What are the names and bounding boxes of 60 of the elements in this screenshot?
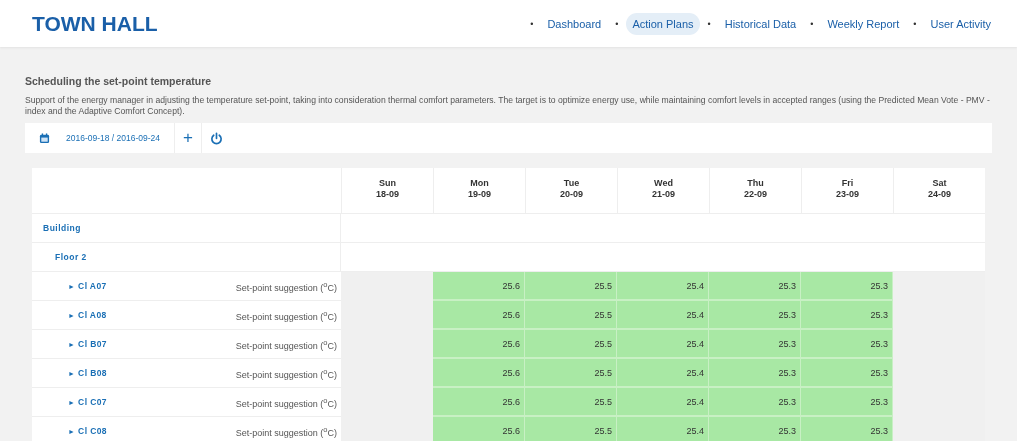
table-cell: 25.3 [709, 272, 801, 302]
nav-link[interactable]: Action Plans [626, 12, 700, 35]
table-cell: 25.3 [801, 359, 893, 389]
table-cell: 25.3 [709, 417, 801, 441]
table-cell: 25.3 [801, 272, 893, 302]
nav-link[interactable]: Weekly Report [821, 12, 906, 35]
nav-bullet: • [530, 18, 534, 29]
table-cell: 25.3 [709, 359, 801, 389]
table-cell: 25.5 [525, 417, 617, 441]
column-header: Wed 21-09 [617, 168, 709, 214]
metric-label: Set-point suggestion ($^{o}$C) [235, 337, 337, 351]
table-cell: 25.5 [525, 388, 617, 418]
table-cell: 25.6 [433, 272, 525, 302]
table-cell: 25.4 [617, 301, 709, 331]
table-cell: 25.3 [801, 417, 893, 441]
table-cell: 25.4 [617, 417, 709, 441]
floor-label: Floor 2 [54, 252, 87, 263]
table-cell: 25.6 [433, 417, 525, 441]
table-cell: 25.4 [617, 359, 709, 389]
calendar-icon[interactable] [39, 132, 50, 144]
nav-bullet: • [913, 18, 917, 29]
section-description: Support of the energy manager in adjusting the temperature set-point, taking into consideration thermal comfort parameters. The target is to optimize energy use, while maintaining comfort levels in accepted ranges (using the Predicted Mean Vote - PMV - index and the Adaptive Comfort Concept). [25, 95, 991, 118]
nav-link[interactable]: Historical Data [718, 12, 803, 35]
nav-link[interactable]: Dashboard [541, 12, 608, 35]
table-cell: 25.5 [525, 272, 617, 302]
metric-label: Set-point suggestion ($^{o}$C) [235, 279, 337, 293]
section-title: Scheduling the set-point temperature [25, 75, 213, 87]
table-cell: 25.3 [801, 301, 893, 331]
metric-label: Set-point suggestion ($^{o}$C) [235, 424, 337, 438]
table-cell: 25.6 [433, 301, 525, 331]
nav-bullet: • [615, 18, 619, 29]
column-header: Sun 18-09 [341, 168, 433, 214]
app-title: TOWN HALL [32, 11, 158, 36]
table-cell: 25.5 [525, 330, 617, 360]
table-cell: 25.6 [433, 330, 525, 360]
column-header: Tue 20-09 [525, 168, 617, 214]
table-cell: 25.4 [617, 330, 709, 360]
nav-bullet: • [707, 18, 711, 29]
table-cell: 25.6 [433, 388, 525, 418]
column-header: Fri 23-09 [801, 168, 893, 214]
building-label: Building [42, 223, 81, 234]
power-icon[interactable] [210, 131, 223, 145]
metric-label: Set-point suggestion ($^{o}$C) [235, 308, 337, 322]
table-cell: 25.3 [801, 330, 893, 360]
nav-link[interactable]: User Activity [924, 12, 997, 35]
table-cell: 25.4 [617, 388, 709, 418]
table-cell: 25.5 [525, 301, 617, 331]
table-cell: 25.6 [433, 359, 525, 389]
table-cell: 25.5 [525, 359, 617, 389]
nav-bullet: • [810, 18, 814, 29]
table-cell: 25.3 [709, 388, 801, 418]
table-cell: 25.3 [801, 388, 893, 418]
table-cell: 25.3 [709, 330, 801, 360]
column-header: Mon 19-09 [433, 168, 525, 214]
metric-label: Set-point suggestion ($^{o}$C) [235, 366, 337, 380]
table-cell: 25.3 [709, 301, 801, 331]
metric-label: Set-point suggestion ($^{o}$C) [235, 395, 337, 409]
column-header: Sat 24-09 [893, 168, 985, 214]
column-header: Thu 22-09 [709, 168, 801, 214]
table-cell: 25.4 [617, 272, 709, 302]
